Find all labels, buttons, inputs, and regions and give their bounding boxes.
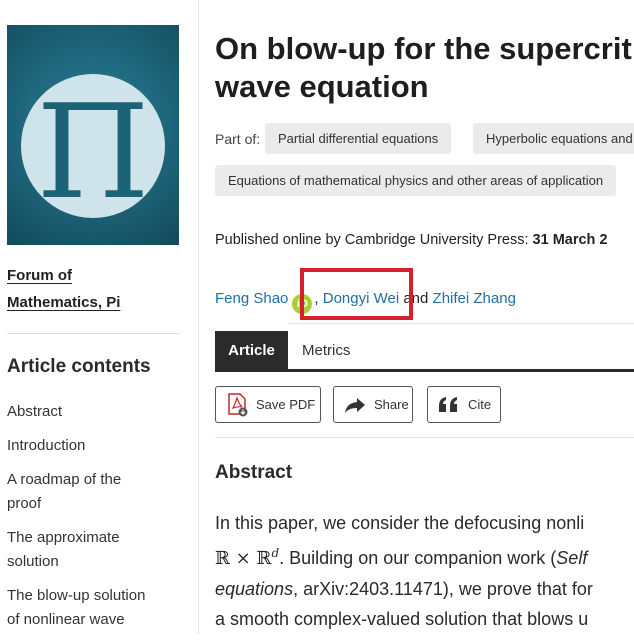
orcid-icon[interactable]: iD: [292, 294, 313, 314]
author-link-dongyi-wei[interactable]: Dongyi Wei: [323, 290, 399, 307]
contents-item-blowup-solution[interactable]: The blow-up solution of nonlinear wave: [7, 584, 179, 632]
abstract-line-2: ℝ × ℝd. Building on our companion work (…: [215, 546, 588, 569]
article-contents-list: Abstract Introduction A roadmap of the pr…: [7, 400, 179, 642]
abstract-line-1: In this paper, we consider the defocusin…: [215, 513, 585, 533]
author-link-feng-shao[interactable]: Feng Shao: [215, 290, 288, 307]
published-info: Published online by Cambridge University…: [215, 232, 608, 248]
abstract-math-domain: ℝ × ℝ: [215, 548, 272, 569]
article-main: On blow-up for the supercrit wave equati…: [215, 0, 634, 634]
sidebar-divider: [7, 333, 179, 334]
cover-pi-glyph: Π: [36, 76, 149, 228]
abstract-heading: Abstract: [215, 462, 293, 483]
published-date: 31 March 2: [532, 232, 608, 248]
share-label: Share: [374, 397, 409, 412]
contents-item-approximate-solution[interactable]: The approximate solution: [7, 526, 179, 574]
share-arrow-icon: [344, 396, 366, 414]
part-of-label: Part of:: [215, 131, 261, 147]
journal-link-line1[interactable]: Forum of: [7, 262, 177, 289]
article-title: On blow-up for the supercrit wave equati…: [215, 31, 632, 104]
save-pdf-label: Save PDF: [256, 397, 316, 412]
journal-link[interactable]: Forum of Mathematics, Pi: [7, 262, 177, 316]
author-list: Feng Shao iD, Dongyi Wei and Zhifei Zhang: [215, 290, 516, 314]
cite-label: Cite: [468, 397, 492, 412]
subject-chip-pde[interactable]: Partial differential equations: [265, 123, 452, 154]
author-link-zhifei-zhang[interactable]: Zhifei Zhang: [433, 290, 516, 307]
sidebar-vertical-divider: [198, 0, 199, 634]
journal-cover-image[interactable]: Π: [7, 25, 179, 245]
contents-item-roadmap[interactable]: A roadmap of the proof: [7, 468, 179, 516]
cover-art: Π: [21, 74, 165, 228]
subject-chip-hyperbolic[interactable]: Hyperbolic equations and: [473, 123, 634, 154]
article-contents-title: Article contents: [7, 356, 151, 377]
tabs-top-rule: [288, 323, 634, 324]
toolbar-rule: [215, 437, 634, 438]
tab-metrics[interactable]: Metrics: [302, 331, 350, 371]
cite-button[interactable]: Cite: [427, 386, 501, 423]
subject-chip-mathematical-physics[interactable]: Equations of mathematical physics and ot…: [215, 165, 617, 196]
sidebar: Π Forum of Mathematics, Pi Article conte…: [0, 0, 198, 634]
share-button[interactable]: Share: [333, 386, 413, 423]
abstract-text: In this paper, we consider the defocusin…: [215, 508, 634, 634]
contents-item-introduction[interactable]: Introduction: [7, 434, 179, 458]
contents-item-abstract[interactable]: Abstract: [7, 400, 179, 424]
tab-article[interactable]: Article: [215, 331, 288, 371]
quote-icon: [438, 396, 460, 413]
pdf-icon: [226, 392, 248, 417]
abstract-line-4: a smooth complex-valued solution that bl…: [215, 609, 589, 629]
abstract-line-3: equations, arXiv:2403.11471), we prove t…: [215, 579, 593, 599]
journal-link-line2[interactable]: Mathematics, Pi: [7, 289, 177, 316]
tabs-underline: [215, 369, 634, 372]
save-pdf-button[interactable]: Save PDF: [215, 386, 321, 423]
